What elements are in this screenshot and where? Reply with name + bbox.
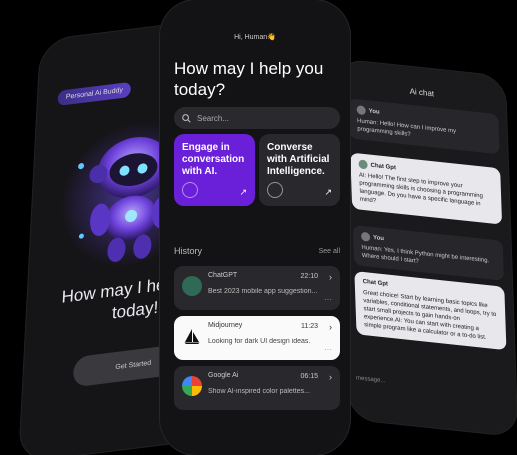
arrow-up-right-icon[interactable]: ↗ [239,187,247,198]
chatgpt-icon [358,159,368,170]
arrow-up-right-icon[interactable]: ↗ [324,187,332,198]
history-time: 22:10 [300,273,318,280]
chevron-right-icon[interactable]: › [329,372,332,382]
history-preview: Looking for dark UI design ideas. [208,338,311,345]
history-item-midjourney[interactable]: Midjourney 11:23 › Looking for dark UI d… [174,316,340,360]
showcase-stage: Personal Ai Buddy How may I help you tod… [0,0,517,455]
user-avatar [360,231,371,242]
midjourney-icon [184,329,200,344]
search-icon [182,113,191,123]
card-text: Engage in conversation with AI. [182,142,245,177]
message-input[interactable]: message... [348,368,469,401]
search-bar[interactable] [174,107,340,129]
see-all-link[interactable]: See all [319,248,340,255]
history-item-chatgpt[interactable]: ChatGPT 22:10 › Best 2023 mobile app sug… [174,266,340,310]
card-text: Converse with Artificial Intelligence. [267,142,330,177]
more-icon[interactable]: ··· [324,295,332,304]
history-item-google-ai[interactable]: Google Ai 06:15 › Show AI-inspired color… [174,366,340,410]
home-phone: Hi, Human👋 How may I help you today? Eng… [160,0,350,455]
chat-message: Chat Gpt AI: Hello! The first step to im… [350,152,503,225]
personal-ai-badge: Personal Ai Buddy [57,81,132,106]
engage-card[interactable]: Engage in conversation with AI. ↗ [174,134,255,206]
converse-card[interactable]: Converse with Artificial Intelligence. ↗ [259,134,340,206]
user-avatar [356,105,366,116]
google-ai-icon [182,376,202,396]
chat-phone: Ai chat You Human: Hello! How can I impr… [336,58,517,438]
history-time: 11:23 [301,323,318,330]
greeting: Hi, Human👋 [234,34,276,41]
chat-message: Chat Gpt Great choice! Start by learning… [354,271,507,351]
chatgpt-icon [182,276,202,296]
history-heading: History [174,246,203,256]
ai-head-icon [267,182,283,198]
history-preview: Best 2023 mobile app suggestion... [208,288,318,295]
more-icon[interactable]: ··· [324,345,332,354]
chat-message: You Human: Hello! How can I improve my p… [348,98,500,155]
chat-bubbles-icon [182,182,198,198]
chevron-right-icon[interactable]: › [329,322,332,332]
history-preview: Show AI-inspired color palettes... [208,388,310,395]
chevron-right-icon[interactable]: › [329,272,332,282]
headline: How may I help you today? [174,59,324,99]
history-time: 06:15 [300,373,318,380]
search-input[interactable] [197,113,327,123]
